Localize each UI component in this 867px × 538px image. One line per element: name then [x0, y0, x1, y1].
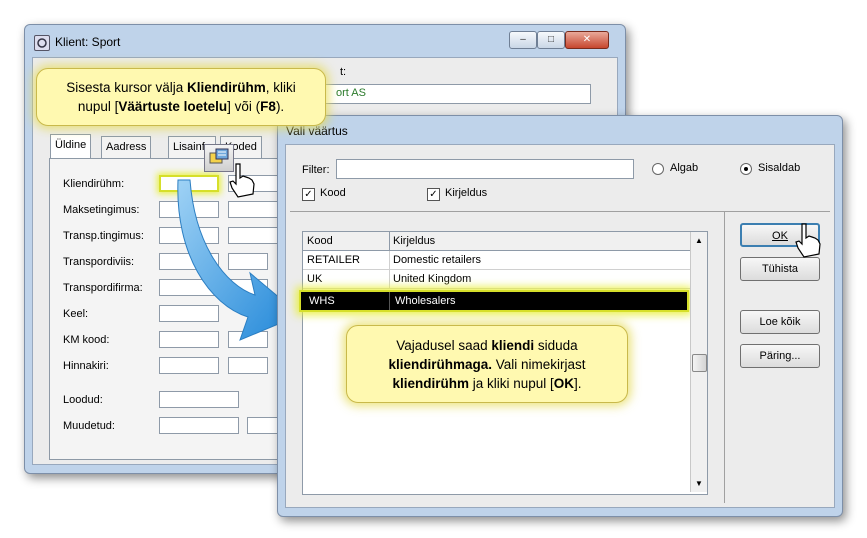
callout-text: ja kliki nupul [ [468, 376, 554, 391]
scroll-up-icon[interactable]: ▲ [695, 236, 703, 245]
instruction-callout-top: Sisesta kursor välja Kliendirühm, kliki … [36, 68, 326, 126]
field-label: Keel: [63, 308, 89, 320]
tab-aadress[interactable]: Aadress [101, 136, 152, 158]
field-label: Maksetingimus: [63, 204, 140, 216]
close-button[interactable]: ✕ [565, 31, 609, 49]
callout-bold: Väärtuste loetelu [118, 99, 228, 114]
hinnakiri-field[interactable] [159, 357, 219, 374]
radio-algab-label: Algab [670, 162, 699, 174]
field-label: Kliendirühm: [63, 178, 125, 190]
callout-text: Vali nimekirjast [492, 357, 586, 372]
callout-text: , kliki [265, 80, 296, 95]
value-select-title: Vali väärtus [286, 124, 348, 138]
callout-bold: kliendirühmaga. [388, 357, 492, 372]
cancel-button-label: Tühista [761, 263, 799, 275]
table-row[interactable]: UK United Kingdom [303, 270, 707, 289]
tab-uldine[interactable]: Üldine [50, 134, 92, 158]
callout-text: siduda [534, 338, 578, 353]
callout-line: nupul [Väärtuste loetelu] või (F8). [37, 97, 325, 116]
hand-cursor-icon [229, 163, 255, 198]
row-code: UK [303, 270, 390, 288]
row-code: RETAILER [303, 251, 390, 269]
callout-text: nupul [ [77, 99, 119, 114]
field-label: Hinnakiri: [63, 360, 109, 372]
scroll-thumb[interactable] [692, 354, 707, 372]
filter-label: Filter: [302, 164, 330, 176]
muudetud-field [159, 417, 239, 434]
client-name-value: ort AS [336, 87, 366, 99]
callout-bold: Kliendirühm [187, 80, 266, 95]
callout-line: kliendirühmaga. Vali nimekirjast [347, 355, 627, 374]
field-label: KM kood: [63, 334, 110, 346]
callout-text: ]. [574, 376, 582, 391]
callout-bold: kliendirühm [392, 376, 469, 391]
radio-sisaldab[interactable] [740, 163, 752, 175]
tab-label: Aadress [106, 141, 147, 153]
separator [290, 211, 830, 212]
radio-sisaldab-label: Sisaldab [758, 162, 801, 174]
radio-algab[interactable] [652, 163, 664, 175]
load-all-button[interactable]: Loe kõik [740, 310, 820, 334]
field-label: Transpordiviis: [63, 256, 135, 268]
tab-label: Üldine [55, 139, 87, 151]
checkbox-kood[interactable]: ✓ [302, 188, 315, 201]
grid-scrollbar[interactable]: ▲ ▼ [690, 232, 707, 492]
callout-text: Sisesta kursor välja [66, 80, 188, 95]
header-kood[interactable]: Kood [303, 232, 390, 250]
header-kirjeldus[interactable]: Kirjeldus [389, 232, 435, 250]
query-button[interactable]: Päring... [740, 344, 820, 368]
load-all-button-label: Loe kõik [759, 316, 801, 328]
row-desc: Wholesalers [395, 295, 456, 307]
callout-text: Vajadusel saad [396, 338, 492, 353]
table-row-selected[interactable]: WHS Wholesalers [299, 290, 689, 312]
cancel-button[interactable]: Tühista [740, 257, 820, 281]
callout-line: Vajadusel saad kliendi siduda [347, 336, 627, 355]
client-window-title: Klient: Sport [55, 35, 121, 49]
hand-cursor-icon [795, 223, 821, 258]
field-label: Transpordifirma: [63, 282, 143, 294]
callout-text: ). [275, 99, 285, 114]
callout-bold: kliendi [491, 338, 535, 353]
checkbox-kirjeldus[interactable]: ✓ [427, 188, 440, 201]
name-label-fragment: t: [340, 66, 347, 78]
client-name-field[interactable]: ort AS [325, 84, 591, 104]
client-window-icon [34, 35, 50, 51]
loodud-field [159, 391, 239, 408]
callout-bold: F8 [260, 99, 276, 114]
callout-text: ] või ( [227, 99, 261, 114]
row-code: WHS [305, 292, 390, 310]
field-label: Transp.tingimus: [63, 230, 144, 242]
grid-header: Kood Kirjeldus [303, 232, 707, 251]
extra-field[interactable] [228, 357, 268, 374]
table-row[interactable]: RETAILER Domestic retailers [303, 251, 707, 270]
instruction-callout-bottom: Vajadusel saad kliendi siduda kliendirüh… [346, 325, 628, 403]
query-button-label: Päring... [759, 350, 801, 362]
checkbox-kirjeldus-label: Kirjeldus [445, 187, 488, 199]
filter-input[interactable] [336, 159, 634, 179]
maximize-button[interactable]: □ [537, 31, 565, 49]
row-desc: Domestic retailers [393, 254, 482, 266]
minimize-button[interactable]: ‒ [509, 31, 537, 49]
loodud-label: Loodud: [63, 394, 103, 406]
callout-line: Sisesta kursor välja Kliendirühm, kliki [37, 78, 325, 97]
callout-bold: OK [553, 376, 575, 391]
row-desc: United Kingdom [393, 273, 472, 285]
callout-line: kliendirühm ja kliki nupul [OK]. [347, 374, 627, 393]
separator-vertical [724, 211, 725, 503]
value-select-window: Vali väärtus Filter: Algab Sisaldab ✓ Ko… [277, 115, 843, 517]
scroll-down-icon[interactable]: ▼ [695, 479, 703, 488]
muudetud-label: Muudetud: [63, 420, 115, 432]
ok-button-label: OK [772, 230, 788, 242]
checkbox-kood-label: Kood [320, 187, 346, 199]
